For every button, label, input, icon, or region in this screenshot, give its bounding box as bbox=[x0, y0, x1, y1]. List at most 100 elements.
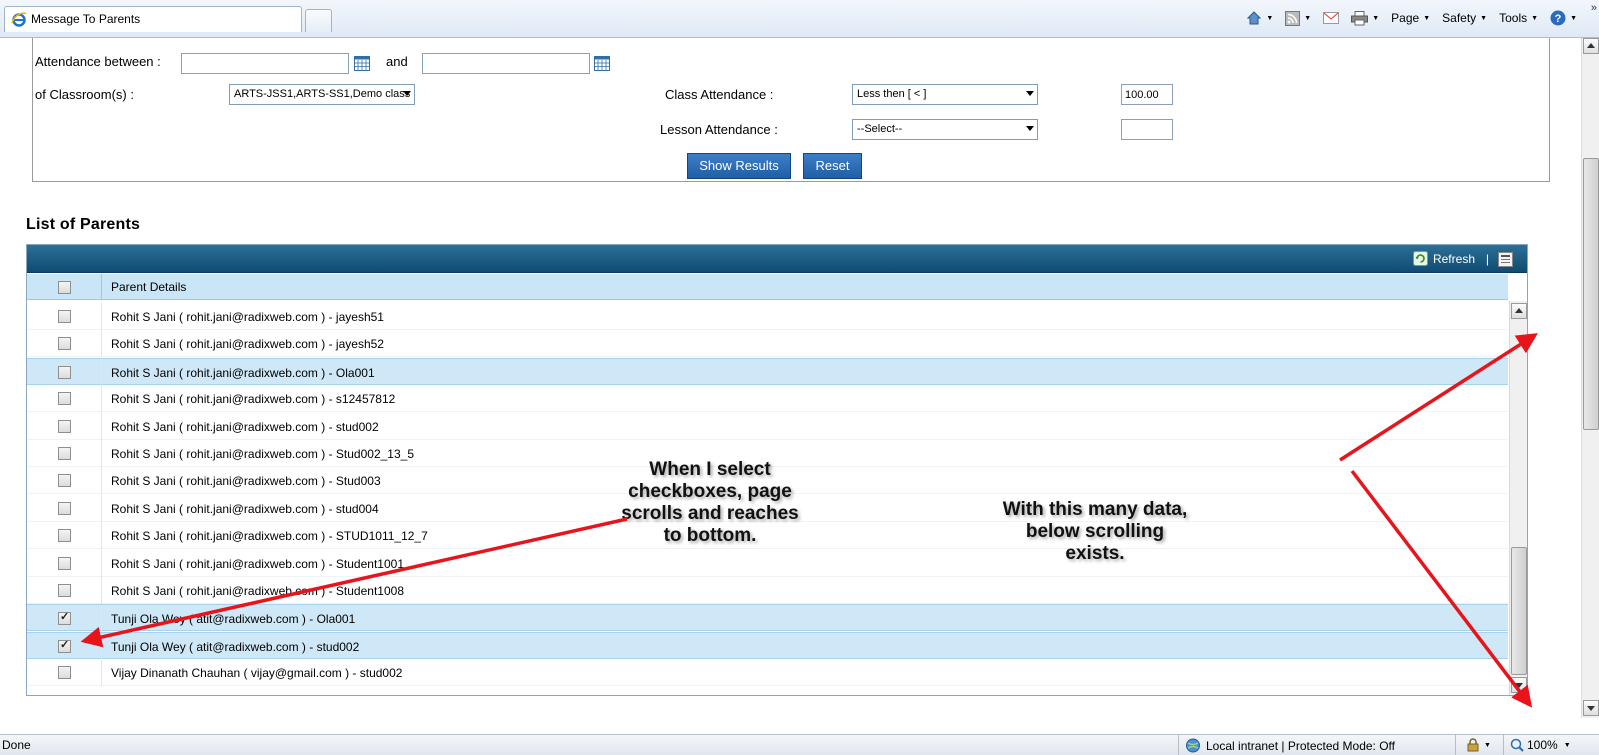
select-all-checkbox[interactable] bbox=[58, 281, 71, 294]
export-icon[interactable] bbox=[1498, 252, 1513, 267]
chevron-down-icon bbox=[1026, 126, 1034, 131]
table-row[interactable]: Rohit S Jani ( rohit.jani@radixweb.com )… bbox=[27, 577, 1508, 604]
page-scroll-up-button[interactable] bbox=[1583, 38, 1599, 54]
calendar-icon[interactable] bbox=[594, 56, 610, 71]
table-row[interactable]: Tunji Ola Wey ( atit@radixweb.com ) - Ol… bbox=[27, 604, 1508, 633]
chevron-down-icon: ▼ bbox=[1563, 741, 1571, 749]
lock-icon bbox=[1467, 738, 1479, 752]
parent-details-cell: Rohit S Jani ( rohit.jani@radixweb.com )… bbox=[111, 419, 379, 434]
attendance-to-date-input[interactable] bbox=[422, 53, 590, 74]
arrow-down-icon bbox=[1587, 706, 1595, 711]
status-text: Done bbox=[2, 738, 31, 752]
reset-button[interactable]: Reset bbox=[803, 153, 862, 179]
row-checkbox-cell bbox=[27, 303, 102, 330]
home-button[interactable]: ▼ bbox=[1240, 8, 1279, 28]
mail-icon bbox=[1323, 12, 1340, 24]
tools-menu[interactable]: Tools ▼ bbox=[1493, 8, 1544, 28]
new-tab-button[interactable] bbox=[305, 9, 332, 32]
grid-scroll-thumb[interactable] bbox=[1511, 547, 1527, 675]
toolbar-overflow-icon[interactable]: » bbox=[1591, 2, 1597, 14]
row-checkbox[interactable] bbox=[58, 638, 71, 653]
row-checkbox-cell bbox=[27, 467, 102, 495]
row-checkbox[interactable] bbox=[58, 474, 71, 488]
class-attendance-operator-select[interactable]: Less then [ < ] bbox=[852, 84, 1038, 105]
printer-icon bbox=[1351, 10, 1369, 25]
table-row[interactable]: Rohit S Jani ( rohit.jani@radixweb.com )… bbox=[27, 385, 1508, 413]
chevron-down-icon: ▼ bbox=[1484, 741, 1491, 749]
print-button[interactable]: ▼ bbox=[1345, 8, 1385, 28]
annotation-line: checkboxes, page bbox=[628, 481, 792, 502]
grid-toolbar: Refresh | bbox=[27, 245, 1527, 273]
row-checkbox[interactable] bbox=[58, 419, 71, 433]
page-scroll-down-button[interactable] bbox=[1583, 700, 1599, 716]
calendar-icon[interactable] bbox=[354, 56, 370, 71]
status-bar: Done Local intranet | Protected Mode: Of… bbox=[0, 734, 1599, 755]
protected-mode-button[interactable]: ▼ bbox=[1460, 735, 1497, 755]
refresh-button[interactable]: Refresh bbox=[1412, 251, 1475, 266]
table-row[interactable]: Rohit S Jani ( rohit.jani@radixweb.com )… bbox=[27, 330, 1508, 358]
table-row[interactable]: Rohit S Jani ( rohit.jani@radixweb.com )… bbox=[27, 357, 1508, 386]
class-attendance-value-input[interactable] bbox=[1121, 84, 1173, 105]
row-checkbox-cell bbox=[27, 358, 102, 386]
row-checkbox[interactable] bbox=[58, 365, 71, 379]
parent-details-cell: Rohit S Jani ( rohit.jani@radixweb.com )… bbox=[111, 447, 414, 461]
classrooms-select[interactable]: ARTS-JSS1,ARTS-SS1,Demo class bbox=[229, 84, 415, 105]
zoom-control[interactable]: 100% ▼ bbox=[1510, 738, 1571, 752]
page-scrollbar[interactable] bbox=[1581, 38, 1599, 718]
page-menu[interactable]: Page ▼ bbox=[1385, 8, 1436, 28]
chevron-down-icon bbox=[403, 91, 411, 96]
grid-scroll-down-button[interactable] bbox=[1511, 677, 1527, 693]
table-row[interactable]: Rohit S Jani ( rohit.jani@radixweb.com )… bbox=[27, 549, 1508, 577]
page-scroll-thumb[interactable] bbox=[1583, 158, 1599, 430]
read-mail-button[interactable] bbox=[1317, 8, 1345, 28]
parent-details-cell: Rohit S Jani ( rohit.jani@radixweb.com )… bbox=[111, 337, 384, 352]
classrooms-label: of Classroom(s) : bbox=[35, 87, 134, 102]
column-header-parent-details: Parent Details bbox=[111, 280, 187, 294]
show-results-button[interactable]: Show Results bbox=[687, 153, 791, 179]
refresh-icon bbox=[1412, 251, 1428, 266]
toolbar-separator: | bbox=[1485, 252, 1489, 266]
row-checkbox[interactable] bbox=[58, 666, 71, 680]
status-divider bbox=[1455, 735, 1456, 755]
parent-details-cell: Rohit S Jani ( rohit.jani@radixweb.com )… bbox=[111, 310, 384, 324]
lesson-attendance-operator-select[interactable]: --Select-- bbox=[852, 119, 1038, 140]
table-row[interactable]: Rohit S Jani ( rohit.jani@radixweb.com )… bbox=[27, 303, 1508, 330]
row-checkbox[interactable] bbox=[58, 447, 71, 460]
chevron-down-icon: ▼ bbox=[1304, 14, 1312, 22]
table-row[interactable]: Rohit S Jani ( rohit.jani@radixweb.com )… bbox=[27, 412, 1508, 440]
parent-details-cell: Rohit S Jani ( rohit.jani@radixweb.com )… bbox=[111, 556, 404, 571]
row-checkbox[interactable] bbox=[58, 501, 71, 515]
lesson-attendance-label: Lesson Attendance : bbox=[660, 122, 778, 137]
table-row[interactable]: Tunji Ola Wey ( atit@radixweb.com ) - st… bbox=[27, 631, 1508, 660]
row-checkbox-cell bbox=[27, 632, 102, 660]
row-checkbox-cell bbox=[27, 605, 102, 633]
browser-toolbar: Message To Parents ▼ ▼ ▼ Page ▼ Safety ▼… bbox=[0, 0, 1599, 38]
attendance-from-date-input[interactable] bbox=[181, 53, 349, 74]
chevron-down-icon: ▼ bbox=[1372, 14, 1380, 22]
grid-scroll-up-button[interactable] bbox=[1511, 303, 1527, 319]
row-checkbox[interactable] bbox=[58, 310, 71, 323]
and-label: and bbox=[386, 54, 408, 69]
row-checkbox[interactable] bbox=[58, 392, 71, 406]
row-checkbox[interactable] bbox=[58, 610, 71, 626]
zoom-level: 100% bbox=[1527, 738, 1558, 752]
row-checkbox[interactable] bbox=[58, 584, 71, 597]
row-checkbox[interactable] bbox=[58, 556, 71, 570]
safety-menu[interactable]: Safety ▼ bbox=[1436, 8, 1493, 28]
row-checkbox-cell bbox=[27, 330, 102, 358]
grid-scrollbar[interactable] bbox=[1509, 301, 1527, 695]
status-divider bbox=[1178, 735, 1179, 755]
browser-tab[interactable]: Message To Parents bbox=[4, 6, 302, 32]
status-divider bbox=[1503, 735, 1504, 755]
home-icon bbox=[1247, 11, 1262, 25]
grid-header: Parent Details bbox=[27, 274, 1508, 300]
classrooms-select-value: ARTS-JSS1,ARTS-SS1,Demo class bbox=[234, 88, 411, 100]
lesson-attendance-value-input[interactable] bbox=[1121, 119, 1173, 140]
row-checkbox[interactable] bbox=[58, 337, 71, 351]
table-row[interactable]: Vijay Dinanath Chauhan ( vijay@gmail.com… bbox=[27, 659, 1508, 687]
help-menu[interactable]: ? ▼ bbox=[1544, 8, 1583, 28]
row-checkbox-cell bbox=[27, 577, 102, 604]
security-zone[interactable]: Local intranet | Protected Mode: Off bbox=[1185, 738, 1395, 753]
feeds-button[interactable]: ▼ bbox=[1279, 8, 1317, 28]
row-checkbox[interactable] bbox=[58, 529, 71, 543]
